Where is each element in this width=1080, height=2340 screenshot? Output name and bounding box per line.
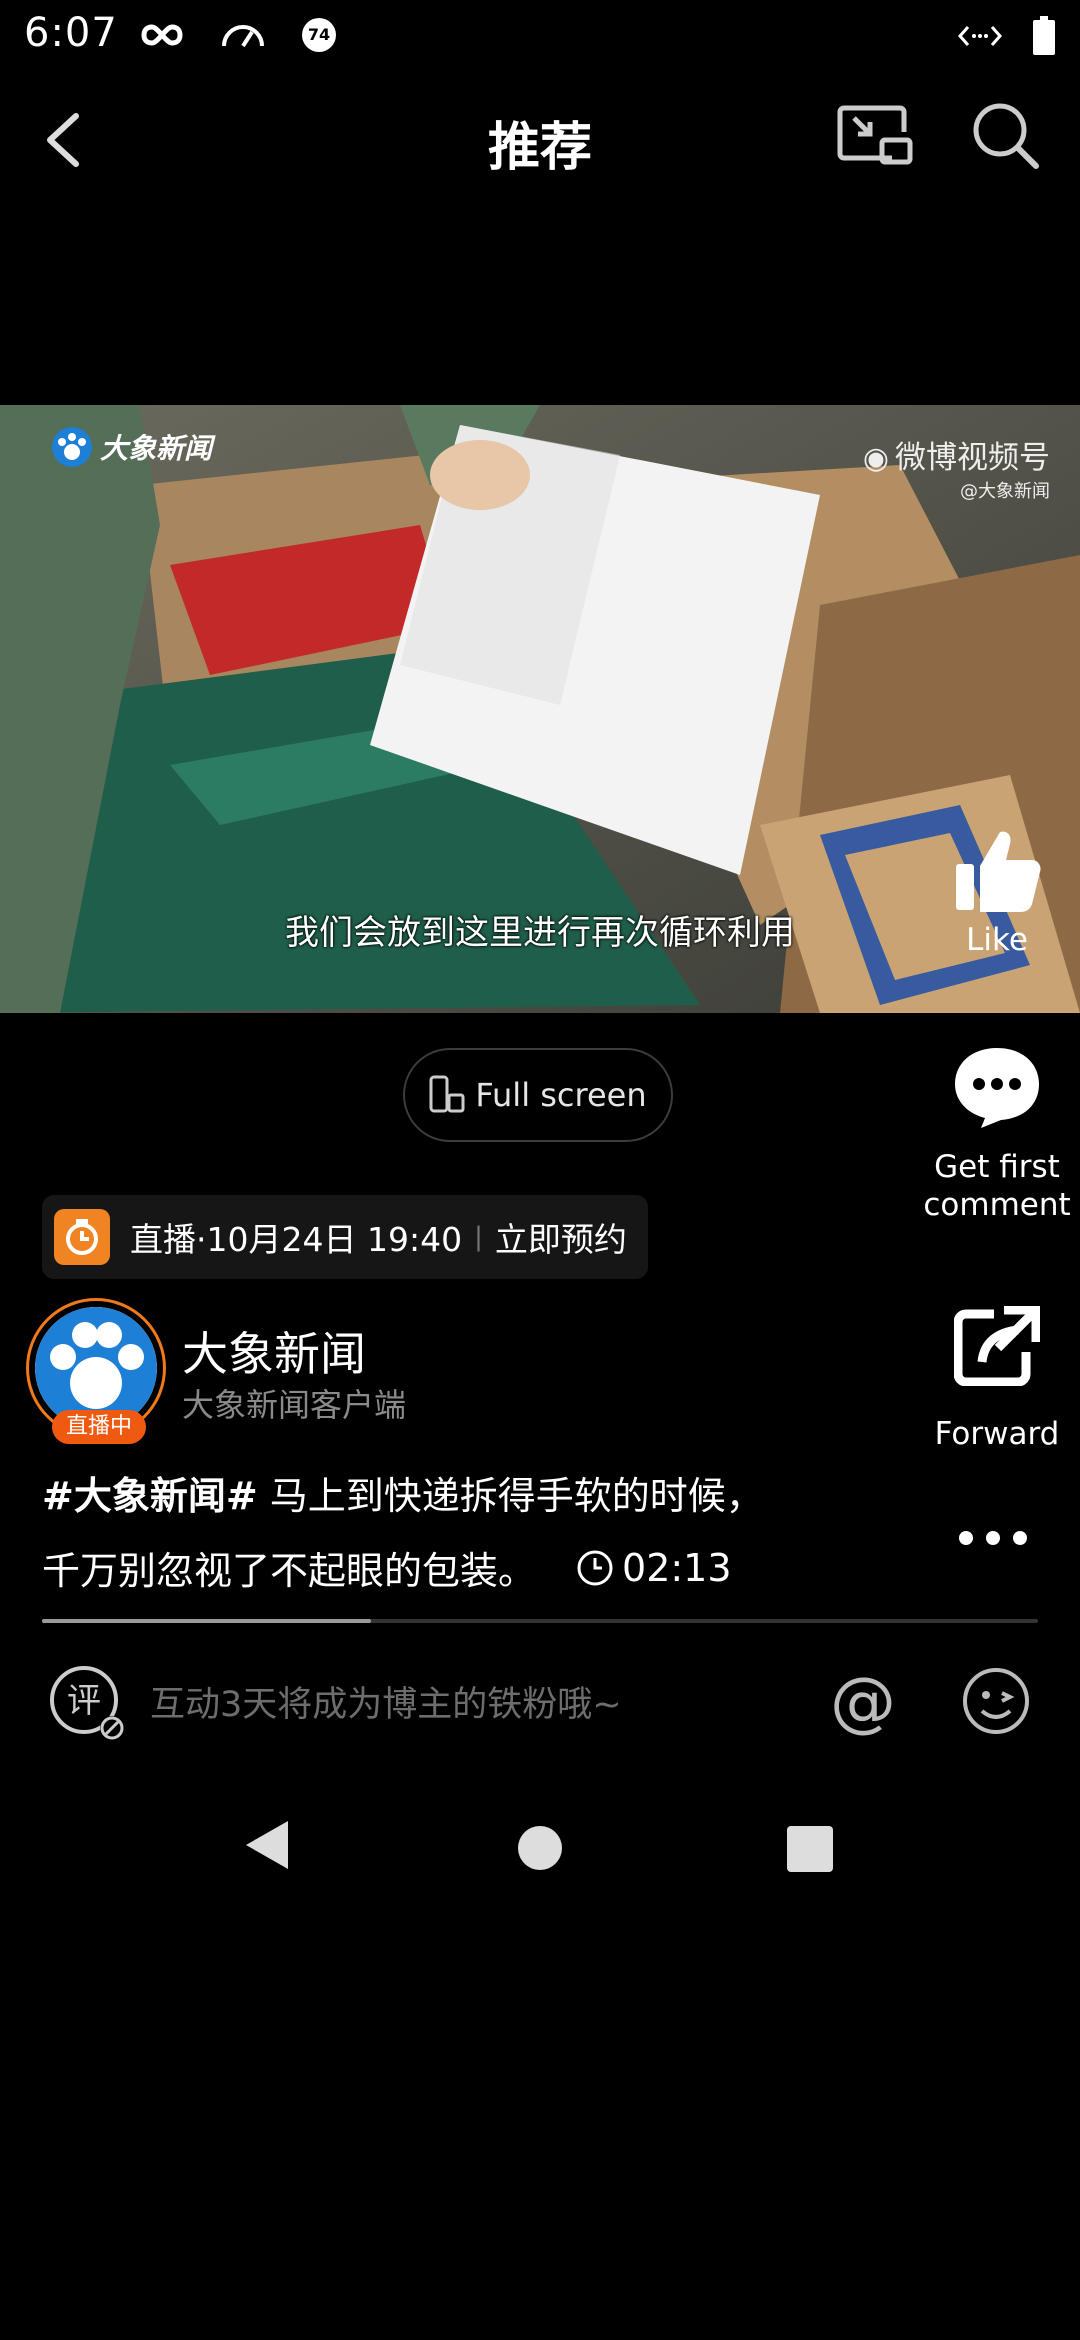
forward-label: Forward — [934, 1416, 1060, 1452]
live-reservation-banner[interactable]: 直播·10月24日 19:40 | 立即预约 — [42, 1195, 648, 1279]
clock-icon — [577, 1550, 613, 1585]
thumbs-up-icon — [956, 831, 1041, 912]
mention-button[interactable]: @ — [828, 1664, 898, 1740]
weibo-icon: ◉ — [862, 441, 889, 476]
paw-logo-icon — [52, 427, 92, 467]
post-text-line2: 千万别忽视了不起眼的包装。 — [42, 1549, 537, 1593]
page-title: 推荐 — [487, 118, 592, 178]
nav-back-icon[interactable] — [240, 1815, 300, 1875]
battery-icon — [1033, 16, 1055, 55]
video-duration: 02:13 — [576, 1546, 732, 1590]
post-description-line2: 千万别忽视了不起眼的包装。 02:13 — [42, 1540, 732, 1595]
comment-bubble-icon — [955, 1048, 1039, 1128]
progress-fill — [42, 1619, 371, 1623]
video-watermark-weibo: ◉ 微博视频号 @大象新闻 — [863, 432, 1050, 503]
video-subtitle: 我们会放到这里进行再次循环利用 — [285, 913, 795, 953]
live-time-text: 直播·10月24日 19:40 — [130, 1220, 463, 1259]
speedometer-icon — [222, 25, 264, 48]
reserve-button[interactable]: 立即预约 — [495, 1213, 627, 1261]
share-icon — [953, 1305, 1041, 1387]
post-description-line1: #大象新闻# 马上到快递拆得手软的时候， — [42, 1465, 764, 1520]
like-button[interactable]: Like — [922, 826, 1072, 958]
screen-cast-icon[interactable] — [836, 104, 916, 174]
status-icons: 74 — [140, 18, 336, 52]
comment-label: Get first comment — [923, 1149, 1071, 1223]
live-separator: | — [474, 1222, 483, 1252]
author-subtitle: 大象新闻客户端 — [182, 1386, 407, 1424]
post-text-line1: 马上到快递拆得手软的时候， — [257, 1474, 764, 1518]
full-screen-label: Full screen — [475, 1076, 647, 1114]
video-watermark-logo: 大象新闻 — [50, 425, 212, 469]
live-badge: 直播中 — [52, 1410, 146, 1444]
phone-rotate-icon — [429, 1075, 465, 1113]
watermark-weibo-text: ◉ 微博视频号 — [862, 440, 1050, 476]
svg-text:评: 评 — [67, 1681, 101, 1721]
comment-edit-icon[interactable]: 评 — [44, 1660, 128, 1744]
emoji-icon[interactable] — [960, 1665, 1032, 1737]
search-icon[interactable] — [970, 100, 1042, 174]
author-name[interactable]: 大象新闻 — [182, 1318, 366, 1384]
nav-home-icon[interactable] — [518, 1826, 562, 1870]
alarm-clock-icon — [54, 1209, 110, 1265]
full-screen-button[interactable]: Full screen — [403, 1048, 673, 1142]
notification-74-icon: 74 — [302, 18, 336, 52]
infinity-icon — [141, 24, 183, 46]
watermark-left-text: 大象新闻 — [100, 432, 213, 465]
nav-recents-icon[interactable] — [787, 1826, 833, 1872]
video-progress-bar[interactable] — [42, 1619, 1038, 1623]
forward-button[interactable]: Forward — [922, 1305, 1072, 1452]
comment-button[interactable]: Get first comment — [922, 1044, 1072, 1224]
duration-text: 02:13 — [622, 1545, 732, 1590]
comment-input[interactable]: 互动3天将成为博主的铁粉哦~ — [150, 1676, 622, 1727]
status-right-icons — [958, 16, 1056, 56]
status-time: 6:07 — [24, 10, 118, 56]
like-label: Like — [966, 922, 1028, 958]
watermark-weibo-sub: @大象新闻 — [960, 481, 1050, 502]
author-avatar[interactable]: 直播中 — [26, 1298, 172, 1444]
more-dots-icon[interactable] — [956, 1520, 1030, 1556]
post-hashtag[interactable]: #大象新闻# — [42, 1474, 258, 1518]
data-transfer-icon — [958, 26, 1002, 46]
